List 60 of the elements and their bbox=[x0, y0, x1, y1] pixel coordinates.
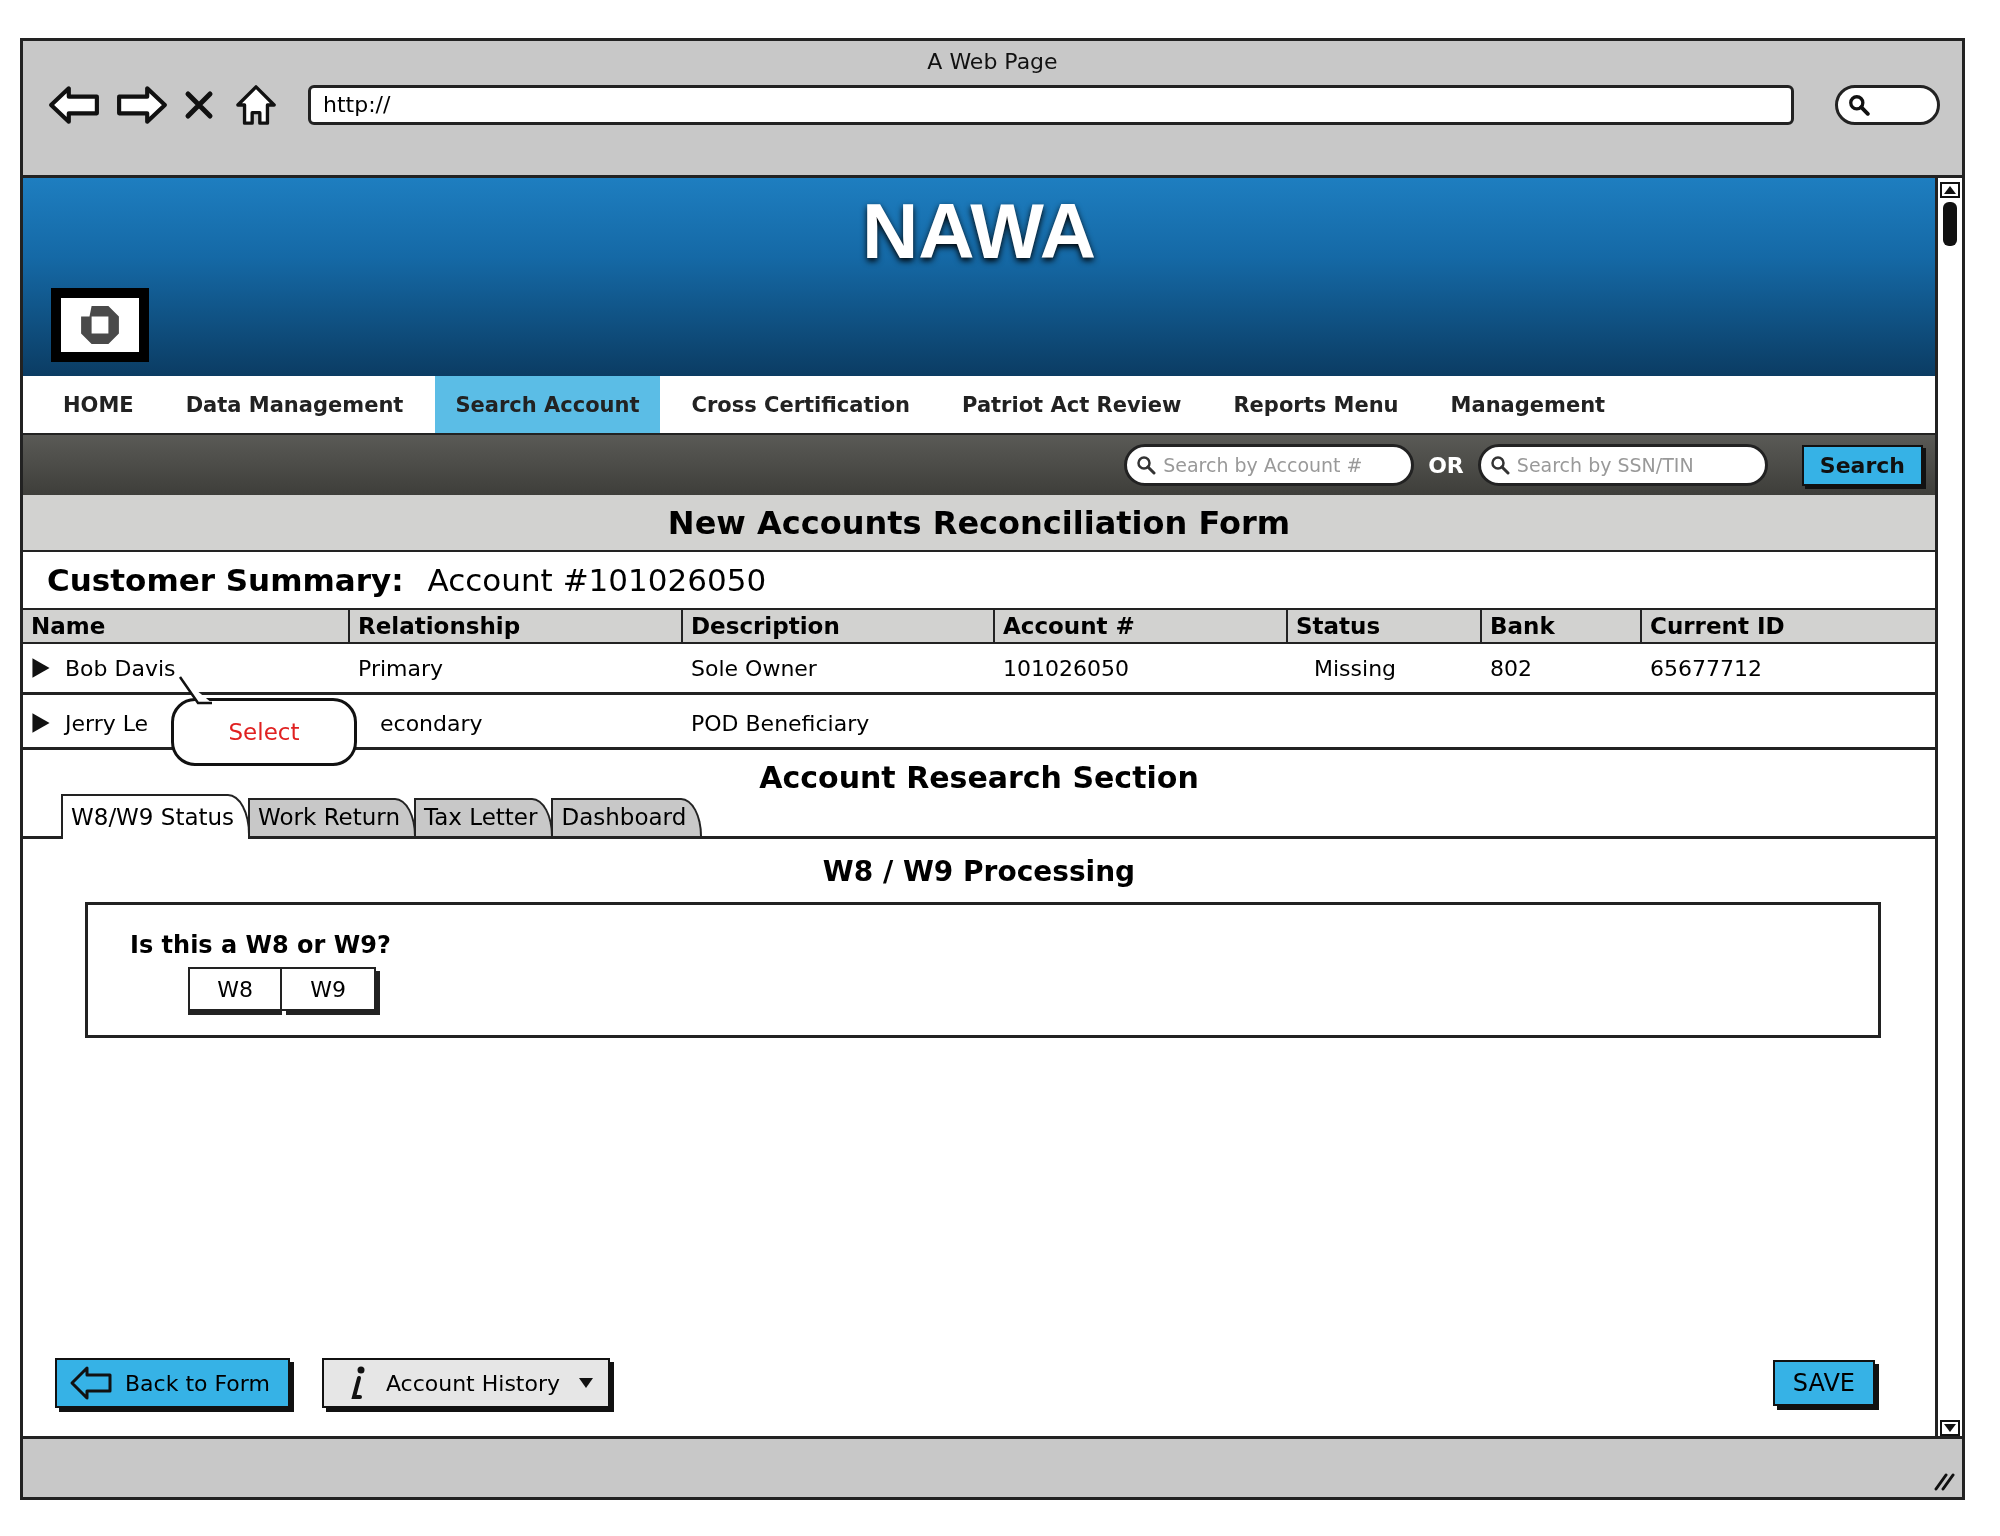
table-cell: Primary bbox=[358, 655, 443, 681]
logo[interactable] bbox=[51, 288, 149, 362]
table-row[interactable]: Bob Davis Primary Sole Owner 101026050 Missing 802 65677712 bbox=[23, 644, 1935, 695]
column-header: Bank bbox=[1482, 610, 1642, 642]
table-cell: Jerry Le bbox=[65, 710, 149, 736]
menu-item[interactable]: Management bbox=[1430, 376, 1626, 433]
column-header: Account # bbox=[995, 610, 1288, 642]
tab[interactable]: W8/W9 Status bbox=[61, 794, 251, 839]
table-cell: 802 bbox=[1490, 655, 1532, 681]
search-icon bbox=[1136, 455, 1157, 475]
back-icon[interactable] bbox=[48, 84, 100, 126]
section-title: Account Research Section bbox=[758, 760, 1200, 795]
table-cell: Sole Owner bbox=[691, 655, 817, 681]
scroll-thumb[interactable] bbox=[1943, 202, 1957, 246]
close-icon[interactable] bbox=[184, 89, 214, 121]
caret-icon bbox=[578, 1377, 594, 1389]
column-header: Status bbox=[1288, 610, 1482, 642]
or-label: OR bbox=[1428, 452, 1464, 478]
search-field[interactable]: Search by Account # bbox=[1124, 444, 1415, 486]
menu-item[interactable]: Reports Menu bbox=[1213, 376, 1419, 433]
octagon-logo-icon bbox=[79, 304, 121, 346]
column-header: Name bbox=[23, 610, 350, 642]
table-cell: 65677712 bbox=[1650, 655, 1762, 681]
column-header: Relationship bbox=[350, 610, 683, 642]
menu-item[interactable]: Search Account bbox=[435, 376, 660, 433]
menu-item[interactable]: Cross Certification bbox=[671, 376, 931, 433]
menu-item[interactable]: HOME bbox=[43, 376, 154, 433]
back-arrow-icon bbox=[69, 1365, 113, 1401]
search-button[interactable]: Search bbox=[1801, 444, 1923, 486]
table-cell: POD Beneficiary bbox=[691, 710, 870, 736]
menu-item[interactable]: Patriot Act Review bbox=[942, 376, 1202, 433]
tab[interactable]: Dashboard bbox=[551, 798, 703, 836]
column-header: Current ID bbox=[1649, 612, 1786, 641]
summary-label: Customer Summary: bbox=[47, 562, 404, 598]
resize-grip-icon[interactable] bbox=[1932, 1471, 1956, 1491]
window-title: A Web Page bbox=[927, 49, 1058, 74]
account-number: Account #101026050 bbox=[427, 562, 767, 598]
question-label: Is this a W8 or W9? bbox=[130, 931, 392, 959]
menu-item[interactable]: Data Management bbox=[165, 376, 424, 433]
expand-arrow-icon[interactable] bbox=[31, 712, 51, 734]
table-cell: econdary bbox=[380, 710, 483, 736]
tab[interactable]: Work Return bbox=[248, 798, 416, 836]
callout-text[interactable]: Select bbox=[228, 719, 300, 745]
search-icon bbox=[1848, 94, 1870, 116]
form-title: New Accounts Reconciliation Form bbox=[23, 495, 1935, 552]
forward-icon[interactable] bbox=[116, 84, 168, 126]
search-icon bbox=[1489, 455, 1510, 475]
expand-arrow-icon[interactable] bbox=[31, 657, 51, 679]
site-title: NAWA bbox=[862, 186, 1096, 277]
address-field[interactable]: http:// bbox=[308, 85, 1794, 125]
section-heading: W8 / W9 Processing bbox=[821, 855, 1137, 888]
table-cell: Missing bbox=[1314, 655, 1397, 681]
search-field[interactable] bbox=[1835, 85, 1940, 125]
table-cell: Bob Davis bbox=[65, 655, 176, 681]
tab[interactable]: Tax Letter bbox=[414, 798, 554, 836]
column-header: Description bbox=[683, 610, 995, 642]
scroll-down-icon[interactable] bbox=[1940, 1420, 1960, 1436]
scroll-up-icon[interactable] bbox=[1940, 182, 1960, 198]
table-cell: 101026050 bbox=[1003, 655, 1129, 681]
search-field[interactable]: Search by SSN/TIN bbox=[1477, 444, 1768, 486]
